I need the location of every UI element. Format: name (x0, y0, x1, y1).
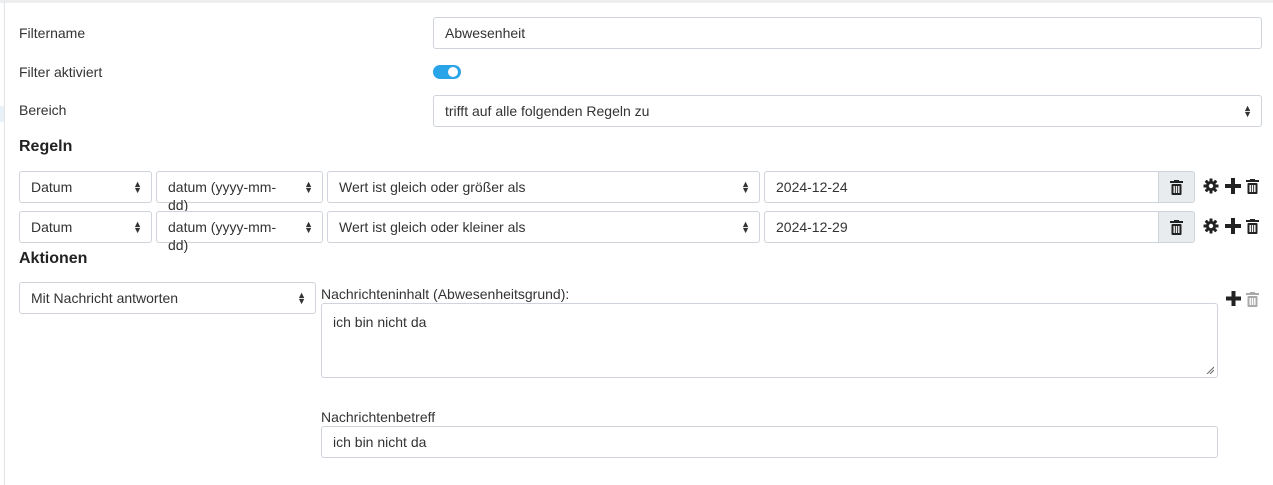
rule-2-operator-value: Wert ist gleich oder kleiner als (339, 219, 526, 235)
rule-2-value-input[interactable]: 2024-12-29 (764, 211, 1159, 243)
rule-1-operator-select[interactable]: Wert ist gleich oder größer als ▲ ▼ (327, 171, 760, 203)
rule-1-field-select[interactable]: Datum ▲ ▼ (19, 171, 152, 203)
trash-icon[interactable] (1245, 218, 1259, 234)
rule-1-field-value: Datum (31, 179, 73, 195)
trash-icon (1245, 291, 1259, 307)
plus-icon[interactable] (1226, 291, 1241, 306)
plus-icon[interactable] (1225, 218, 1241, 234)
sort-arrows-icon: ▲ ▼ (133, 219, 142, 235)
left-border (4, 0, 5, 485)
left-edge-marker (0, 106, 4, 122)
rule-2-clear-button[interactable] (1159, 211, 1195, 243)
rule-1-clear-button[interactable] (1159, 171, 1195, 203)
nachrichtenbetreff-label: Nachrichtenbetreff (321, 409, 436, 425)
filter-aktiviert-toggle[interactable] (433, 65, 461, 79)
sort-arrows-icon: ▲ ▼ (741, 219, 750, 235)
gear-icon[interactable] (1203, 218, 1219, 234)
top-border (0, 0, 1273, 3)
sort-arrows-icon: ▲ ▼ (133, 179, 142, 195)
toggle-knob (448, 67, 458, 77)
rule-2-operator-select[interactable]: Wert ist gleich oder kleiner als ▲ ▼ (327, 211, 760, 243)
filtername-value: Abwesenheit (445, 25, 526, 41)
gear-icon[interactable] (1203, 178, 1219, 194)
aktionen-heading: Aktionen (19, 250, 88, 267)
action-value: Mit Nachricht antworten (31, 290, 179, 306)
rule-1-value-input[interactable]: 2024-12-24 (764, 171, 1159, 203)
trash-icon (1170, 179, 1183, 195)
rule-1-type-select[interactable]: datum (yyyy-mm-dd) ▲ ▼ (156, 171, 323, 213)
resize-handle-icon[interactable] (1206, 366, 1214, 374)
nachrichtenbetreff-value: ich bin nicht da (333, 434, 427, 450)
nachrichteninhalt-label: Nachrichteninhalt (Abwesenheitsgrund): (321, 286, 570, 302)
sort-arrows-icon: ▲ ▼ (297, 290, 306, 306)
sort-arrows-icon: ▲ ▼ (304, 219, 313, 235)
sort-arrows-icon: ▲ ▼ (741, 179, 750, 195)
bereich-select[interactable]: trifft auf alle folgenden Regeln zu ▲ ▼ (433, 95, 1262, 127)
rule-2-type-select[interactable]: datum (yyyy-mm-dd) ▲ ▼ (156, 211, 323, 253)
filter-aktiviert-label: Filter aktiviert (19, 64, 103, 80)
regeln-heading: Regeln (19, 138, 73, 155)
filtername-input[interactable]: Abwesenheit (433, 17, 1262, 49)
sort-arrows-icon: ▲ ▼ (1243, 103, 1252, 119)
bereich-label: Bereich (19, 102, 67, 118)
rule-2-field-select[interactable]: Datum ▲ ▼ (19, 211, 152, 243)
filtername-label: Filtername (19, 25, 86, 41)
nachrichteninhalt-value: ich bin nicht da (333, 314, 427, 330)
rule-2-value-text: 2024-12-29 (776, 219, 848, 235)
trash-icon (1170, 219, 1183, 235)
rule-2-field-value: Datum (31, 219, 73, 235)
action-select[interactable]: Mit Nachricht antworten ▲ ▼ (19, 282, 316, 314)
rule-1-value-text: 2024-12-24 (776, 179, 848, 195)
trash-icon[interactable] (1245, 178, 1259, 194)
rule-1-type-value: datum (yyyy-mm-dd) (168, 179, 277, 213)
nachrichtenbetreff-input[interactable]: ich bin nicht da (321, 426, 1218, 458)
rule-1-operator-value: Wert ist gleich oder größer als (339, 179, 526, 195)
nachrichteninhalt-textarea[interactable]: ich bin nicht da (321, 303, 1218, 378)
rule-2-type-value: datum (yyyy-mm-dd) (168, 219, 277, 253)
bereich-value: trifft auf alle folgenden Regeln zu (445, 103, 650, 119)
plus-icon[interactable] (1225, 178, 1241, 194)
sort-arrows-icon: ▲ ▼ (304, 179, 313, 195)
